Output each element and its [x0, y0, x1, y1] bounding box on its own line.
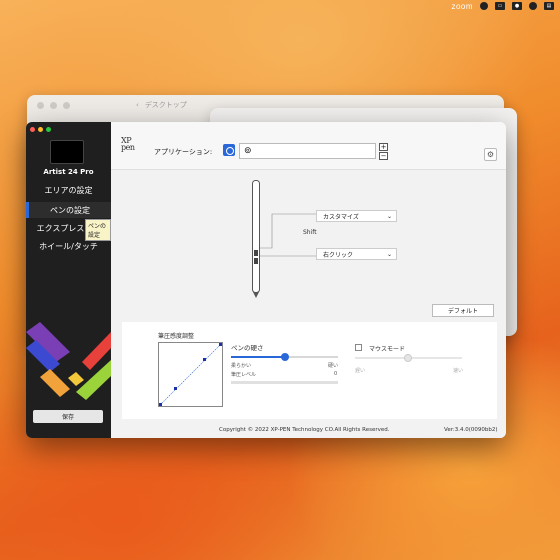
- curve-handle-high: [203, 358, 206, 361]
- hardness-label: ペンの硬さ: [231, 344, 264, 352]
- sidebar-item-area[interactable]: エリアの設定: [26, 182, 111, 198]
- mouse-mode-label: マウスモード: [369, 346, 406, 353]
- window-controls: [30, 127, 51, 132]
- tooltip: ペンの設定: [85, 219, 111, 241]
- hardness-slider-fill: [231, 356, 285, 358]
- back-chevron-icon: ‹: [136, 101, 139, 109]
- sidebar: Artist 24 Pro エリアの設定 ペンの設定 エクスプレスキー ホイール…: [26, 122, 111, 438]
- display-icon[interactable]: ▤: [544, 2, 554, 10]
- header: XP pen アプリケーション: ⊚ + − ⚙: [111, 122, 506, 170]
- pressure-title: 筆圧感度調整: [158, 333, 195, 340]
- traffic-light-icon: [37, 101, 44, 109]
- lower-button-value: 右クリック: [323, 251, 354, 259]
- fast-label: 速い: [453, 368, 464, 374]
- default-button[interactable]: デフォルト: [432, 304, 494, 317]
- application-list[interactable]: ⊚: [239, 143, 376, 159]
- control-center-icon[interactable]: [480, 2, 488, 10]
- pressure-panel: 筆圧感度調整 ペンの硬さ 柔らかい 硬い 筆圧レベル 0 マウスモード 遅い 速…: [122, 322, 497, 419]
- app-icon[interactable]: ⊚: [244, 146, 254, 156]
- camera-icon[interactable]: ●: [512, 2, 522, 10]
- chevron-down-icon: ⌄: [386, 212, 392, 220]
- pressure-curve-editor[interactable]: [158, 342, 223, 407]
- gear-icon[interactable]: ⚙: [484, 148, 497, 161]
- finder-title: デスクトップ: [144, 101, 187, 109]
- zoom-status-item[interactable]: zoom: [451, 2, 473, 11]
- sidebar-item-pen[interactable]: ペンの設定: [26, 202, 111, 218]
- mouse-speed-knob[interactable]: [404, 354, 412, 362]
- upper-button-shortcut: Shift: [303, 229, 317, 236]
- menu-bar: zoom ▭ ● ▤: [0, 0, 560, 12]
- pen-settings-area: カスタマイズ ⌄ Shift 右クリック ⌄ デフォルト: [111, 170, 506, 320]
- minimize-window-icon[interactable]: [38, 127, 43, 132]
- add-application-button[interactable]: +: [379, 143, 388, 151]
- application-label: アプリケーション:: [154, 148, 213, 156]
- pentablet-app-window: Artist 24 Pro エリアの設定 ペンの設定 エクスプレスキー ホイール…: [26, 122, 506, 438]
- remove-application-button[interactable]: −: [379, 152, 388, 160]
- zoom-window-icon[interactable]: [46, 127, 51, 132]
- tablet-device-image: [50, 140, 84, 164]
- upper-button-value: カスタマイズ: [323, 213, 359, 221]
- xppen-logo: XP pen: [121, 137, 143, 152]
- slow-label: 遅い: [355, 368, 366, 374]
- traffic-light-icon: [63, 101, 70, 109]
- lower-button-dropdown[interactable]: 右クリック ⌄: [316, 248, 397, 260]
- traffic-light-icon: [50, 101, 57, 109]
- pressure-level-value: 0: [334, 371, 338, 377]
- xppen-decor-graphic: [26, 322, 111, 400]
- pressure-curve: [159, 343, 222, 406]
- mouse-mode-checkbox[interactable]: [355, 344, 362, 351]
- all-apps-icon[interactable]: [223, 144, 235, 156]
- pressure-level-bar: [231, 381, 338, 384]
- version-text: Ver:3.4.0(0090bb2): [444, 427, 498, 433]
- screen-icon[interactable]: ▭: [495, 2, 505, 10]
- soft-label: 柔らかい: [231, 363, 252, 369]
- hardness-slider-knob[interactable]: [280, 353, 289, 361]
- footer: Copyright © 2022 XP-PEN Technology CO.Al…: [111, 422, 506, 438]
- logo-text-2: pen: [121, 143, 135, 152]
- hard-label: 硬い: [328, 363, 339, 369]
- pressure-level-label: 筆圧レベル: [231, 372, 257, 378]
- pen-illustration: [252, 180, 260, 298]
- close-window-icon[interactable]: [30, 127, 35, 132]
- device-name: Artist 24 Pro: [43, 168, 94, 176]
- chevron-down-icon: ⌄: [386, 250, 392, 258]
- user-icon[interactable]: [529, 2, 537, 10]
- upper-button-dropdown[interactable]: カスタマイズ ⌄: [316, 210, 397, 222]
- save-button[interactable]: 保存: [33, 410, 103, 423]
- copyright-text: Copyright © 2022 XP-PEN Technology CO.Al…: [219, 427, 390, 433]
- curve-handle-low: [174, 387, 177, 390]
